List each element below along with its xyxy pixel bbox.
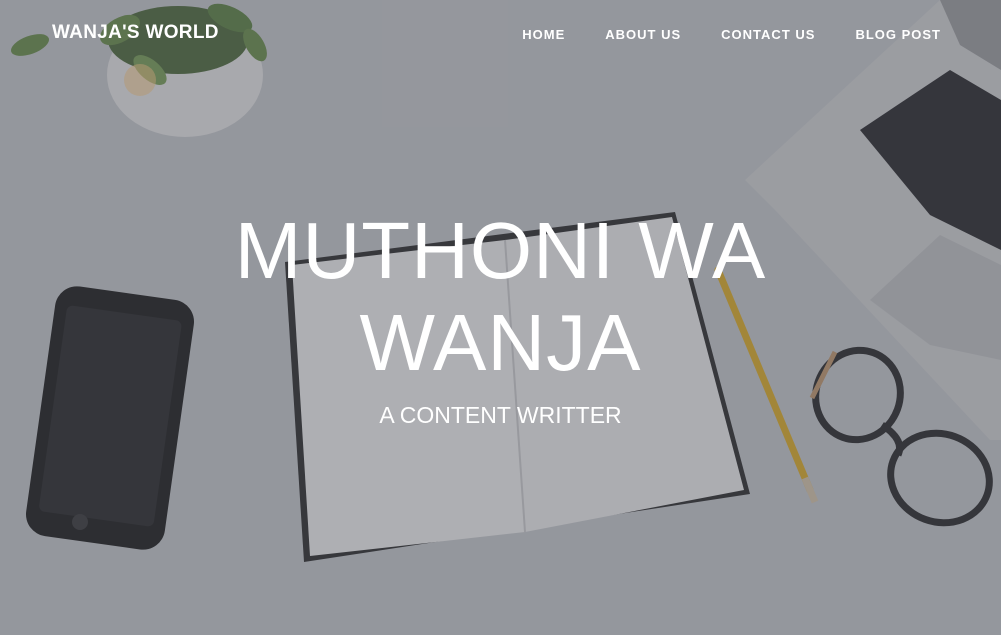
nav-item-contact: CONTACT US [721, 26, 815, 44]
hero-title: MUTHONI WA WANJA [0, 205, 1001, 389]
hero-title-line-2: WANJA [359, 298, 642, 387]
nav-item-blog: BLOG POST [855, 26, 941, 44]
nav-link-blog-post[interactable]: BLOG POST [855, 27, 941, 42]
nav-link-home[interactable]: HOME [522, 27, 565, 42]
hero-subtitle: A CONTENT WRITTER [379, 402, 622, 428]
nav-item-home: HOME [522, 26, 565, 44]
brand-logo-link[interactable]: WANJA'S WORLD [52, 22, 219, 44]
top-navbar: WANJA'S WORLD HOME ABOUT US CONTACT US B… [0, 0, 1001, 68]
nav-link-contact-us[interactable]: CONTACT US [721, 27, 815, 42]
nav-link-about-us[interactable]: ABOUT US [605, 27, 681, 42]
nav-item-about: ABOUT US [605, 26, 681, 44]
main-nav: HOME ABOUT US CONTACT US BLOG POST [522, 26, 941, 44]
hero-title-line-1: MUTHONI WA [234, 206, 767, 295]
